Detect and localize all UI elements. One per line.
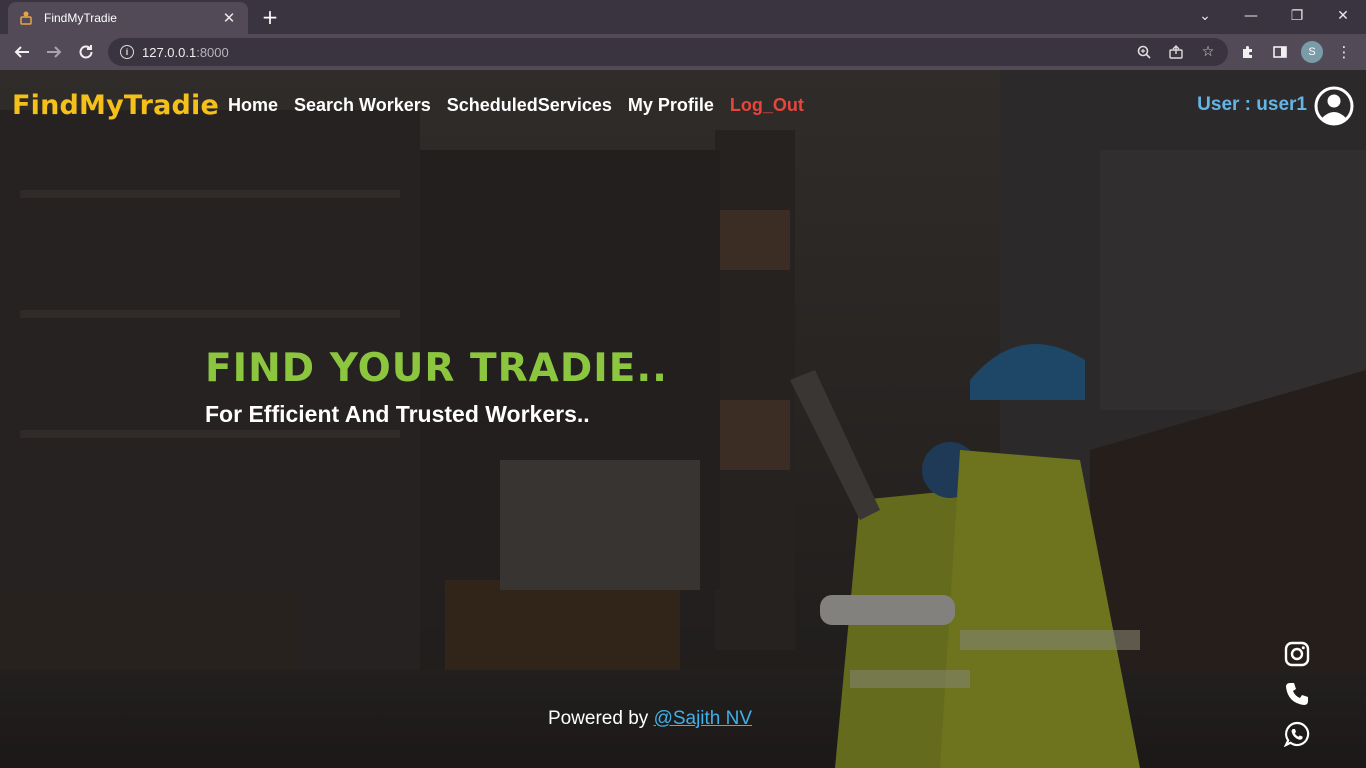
site-info-icon[interactable]: i xyxy=(120,45,134,59)
hero-subtitle: For Efficient And Trusted Workers.. xyxy=(205,401,590,427)
author-link[interactable]: @Sajith NV xyxy=(654,708,753,729)
side-panel-icon[interactable] xyxy=(1268,40,1292,64)
nav-link-logout[interactable]: Log_Out xyxy=(730,95,804,116)
browser-tab[interactable]: FindMyTradie ✕ xyxy=(8,2,248,34)
nav-links: Home Search Workers ScheduledServices My… xyxy=(228,95,804,116)
nav-link-my-profile[interactable]: My Profile xyxy=(628,95,714,116)
phone-icon[interactable] xyxy=(1284,681,1310,707)
footer: Powered by @Sajith NV xyxy=(0,708,1300,730)
user-account-icon[interactable] xyxy=(1314,86,1354,126)
zoom-icon[interactable] xyxy=(1132,42,1156,62)
tab-search-chevron-icon[interactable]: ⌄ xyxy=(1192,4,1218,28)
new-tab-icon[interactable]: + xyxy=(258,5,282,29)
site-navbar: FindMyTradie Home Search Workers Schedul… xyxy=(0,70,1366,142)
bookmark-star-icon[interactable]: ☆ xyxy=(1196,42,1220,62)
current-user-label: User : user1 xyxy=(1197,94,1307,115)
site-favicon-icon xyxy=(18,10,34,26)
tab-close-icon[interactable]: ✕ xyxy=(220,9,238,27)
forward-arrow-icon[interactable] xyxy=(40,38,68,66)
tab-title: FindMyTradie xyxy=(44,11,117,25)
url-port: :8000 xyxy=(196,44,229,60)
reload-icon[interactable] xyxy=(72,38,100,66)
browser-tab-strip: FindMyTradie ✕ + ⌄ — ❐ ✕ xyxy=(0,0,1366,34)
hero-section: FIND YOUR TRADIE.. For Efficient And Tru… xyxy=(205,346,668,428)
back-arrow-icon[interactable] xyxy=(8,38,36,66)
window-close-icon[interactable]: ✕ xyxy=(1330,4,1356,28)
nav-link-scheduled-services[interactable]: ScheduledServices xyxy=(447,95,612,116)
url-host: 127.0.0.1 xyxy=(142,44,197,60)
restore-icon[interactable]: ❐ xyxy=(1284,4,1310,28)
address-bar[interactable]: i 127.0.0.1:8000 ☆ xyxy=(108,38,1228,66)
browser-profile-avatar[interactable]: S xyxy=(1301,41,1323,63)
share-icon[interactable] xyxy=(1164,42,1188,62)
page-content: FindMyTradie Home Search Workers Schedul… xyxy=(0,70,1366,768)
brand-logo-link[interactable]: FindMyTradie xyxy=(12,90,219,121)
minimize-icon[interactable]: — xyxy=(1238,4,1264,28)
browser-toolbar: i 127.0.0.1:8000 ☆ S ⋮ xyxy=(0,34,1366,70)
browser-menu-icon[interactable]: ⋮ xyxy=(1332,40,1356,64)
hero-title: FIND YOUR TRADIE.. xyxy=(205,346,668,391)
instagram-icon[interactable] xyxy=(1284,641,1310,667)
nav-link-search-workers[interactable]: Search Workers xyxy=(294,95,431,116)
nav-link-home[interactable]: Home xyxy=(228,95,278,116)
powered-by-text: Powered by xyxy=(547,708,654,729)
extensions-puzzle-icon[interactable] xyxy=(1236,40,1260,64)
